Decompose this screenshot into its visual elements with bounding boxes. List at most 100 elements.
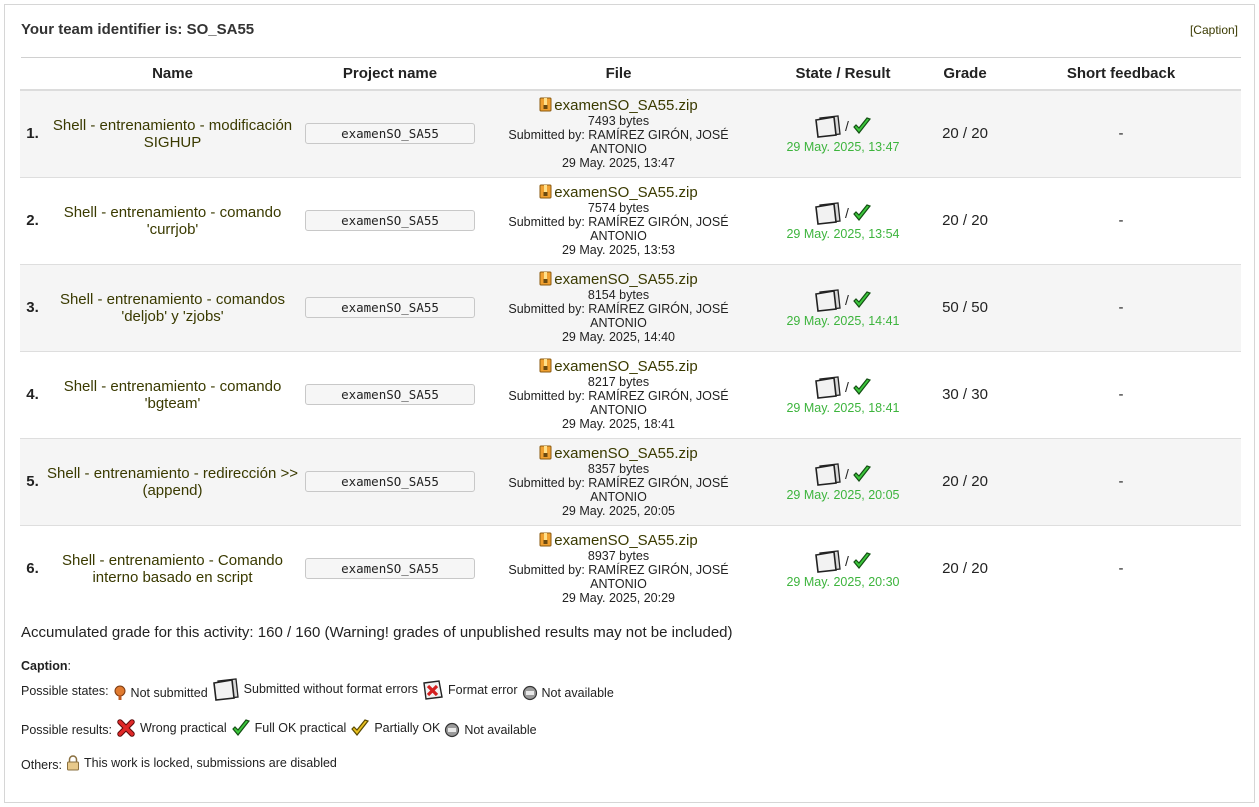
- state-result-line: /: [757, 462, 929, 486]
- file-download-link[interactable]: examenSO_SA55.zip: [480, 358, 757, 375]
- column-header-project: Project name: [300, 58, 480, 91]
- grade: 20 / 20: [929, 438, 1001, 526]
- table-row: 3. Shell - entrenamiento - comandos 'delj…: [20, 264, 1241, 352]
- full-ok-icon[interactable]: [852, 464, 872, 482]
- state-separator: /: [845, 552, 849, 569]
- row-number: 1.: [20, 90, 45, 178]
- state-cell: / 29 May. 2025, 13:47: [757, 90, 929, 178]
- file-size: 7493 bytes: [587, 114, 650, 129]
- project-name-field[interactable]: [305, 123, 475, 145]
- row-number: 3.: [20, 264, 45, 352]
- zip-icon: [539, 184, 554, 201]
- project-name-field[interactable]: [305, 384, 475, 405]
- file-download-link[interactable]: examenSO_SA55.zip: [480, 445, 757, 462]
- short-feedback: -: [1001, 438, 1241, 526]
- table-row: 6. Shell - entrenamiento - Comando intern…: [20, 525, 1241, 612]
- legend-item-label: Not available: [541, 686, 614, 700]
- file-download-link[interactable]: examenSO_SA55.zip: [480, 184, 757, 201]
- project-name-field[interactable]: [305, 471, 475, 492]
- project-name-field[interactable]: [305, 297, 475, 318]
- project-name-field[interactable]: [305, 558, 475, 580]
- submitted-at: 29 May. 2025, 18:41: [561, 417, 676, 431]
- zip-icon: [539, 271, 554, 288]
- legend-item-label: Wrong practical: [140, 721, 227, 735]
- full-ok-icon[interactable]: [852, 552, 872, 569]
- project-name-field[interactable]: [305, 210, 475, 231]
- legend-item: Partially OK: [350, 718, 440, 738]
- zip-icon: [539, 445, 554, 462]
- legend-states: Possible states: Not submitted Submitted …: [21, 677, 618, 704]
- file-download-link[interactable]: examenSO_SA55.zip: [480, 271, 757, 288]
- file-cell: examenSO_SA55.zip 8357 bytes Submitted by:…: [480, 438, 757, 526]
- submitted-ok-icon: [212, 677, 244, 701]
- full-ok-icon[interactable]: [852, 203, 872, 221]
- state-result-line: /: [757, 375, 929, 399]
- table-header-row: Name Project name File State / Result Gr…: [20, 58, 1241, 91]
- caption-title: Caption:: [21, 659, 72, 673]
- legend-item-label: This work is locked, submissions are dis…: [84, 756, 337, 770]
- submitted-ok-icon: [814, 550, 842, 573]
- submitted-ok-icon: [814, 201, 842, 225]
- full-ok-icon[interactable]: [852, 377, 872, 395]
- project-cell: [300, 438, 480, 526]
- lock-icon: [66, 755, 84, 771]
- column-header-state: State / Result: [757, 58, 929, 91]
- project-cell: [300, 90, 480, 178]
- state-separator: /: [845, 291, 849, 308]
- team-identifier: Your team identifier is: SO_SA55: [21, 21, 255, 38]
- file-download-link[interactable]: examenSO_SA55.zip: [480, 532, 757, 549]
- full-ok-icon[interactable]: [852, 117, 872, 134]
- submitted-ok-icon: [814, 462, 842, 486]
- legend-item-label: Submitted without format errors: [243, 682, 419, 696]
- legend-item-label: Full OK practical: [254, 721, 347, 735]
- file-cell: examenSO_SA55.zip 8154 bytes Submitted by:…: [480, 264, 757, 352]
- full-ok-icon[interactable]: [852, 290, 872, 308]
- file-size: 8217 bytes: [587, 375, 650, 389]
- submitted-by: Submitted by: RAMÍREZ GIRÓN, JOSÉ ANTONI…: [508, 215, 729, 243]
- state-separator: /: [845, 378, 849, 395]
- result-date: 29 May. 2025, 14:41: [786, 313, 900, 328]
- caption-link[interactable]: [Caption]: [1190, 23, 1238, 37]
- grade: 30 / 30: [929, 351, 1001, 439]
- legend-item: Format error: [422, 679, 518, 701]
- activity-name: Shell - entrenamiento - comando 'bgteam': [45, 351, 300, 439]
- result-date: 29 May. 2025, 13:47: [786, 139, 900, 154]
- not-available-icon: [522, 685, 542, 701]
- file-size: 8154 bytes: [587, 288, 650, 302]
- project-cell: [300, 525, 480, 612]
- short-feedback: -: [1001, 177, 1241, 265]
- legend-item: Full OK practical: [231, 718, 347, 738]
- legend-item: Not available: [444, 722, 537, 738]
- file-cell: examenSO_SA55.zip 8217 bytes Submitted by:…: [480, 351, 757, 439]
- submitted-at: 29 May. 2025, 20:29: [561, 591, 676, 606]
- result-date: 29 May. 2025, 20:30: [786, 574, 900, 589]
- state-cell: / 29 May. 2025, 20:05: [757, 438, 929, 526]
- state-result-line: /: [757, 114, 929, 138]
- column-header-file: File: [480, 58, 757, 91]
- file-name: examenSO_SA55.zip: [554, 184, 698, 201]
- file-name: examenSO_SA55.zip: [554, 445, 698, 462]
- state-result-line: /: [757, 288, 929, 312]
- activity-name: Shell - entrenamiento - comandos 'deljob…: [45, 264, 300, 352]
- state-result-line: /: [757, 201, 929, 225]
- file-name: examenSO_SA55.zip: [554, 532, 698, 550]
- column-header-feedback: Short feedback: [1001, 58, 1241, 91]
- submitted-ok-icon: [814, 288, 842, 312]
- file-download-link[interactable]: examenSO_SA55.zip: [480, 97, 757, 114]
- legend-item: Not submitted: [113, 685, 208, 701]
- project-cell: [300, 351, 480, 439]
- legend-item: This work is locked, submissions are dis…: [66, 755, 337, 771]
- table-row: 2. Shell - entrenamiento - comando 'currj…: [20, 177, 1241, 265]
- file-size: 7574 bytes: [587, 201, 650, 215]
- submitted-by: Submitted by: RAMÍREZ GIRÓN, JOSÉ ANTONI…: [508, 476, 729, 504]
- file-size: 8937 bytes: [587, 549, 650, 564]
- short-feedback: -: [1001, 351, 1241, 439]
- submitted-at: 29 May. 2025, 14:40: [561, 330, 676, 344]
- submitted-ok-icon: [814, 115, 842, 138]
- activity-name: Shell - entrenamiento - Comando interno …: [62, 551, 283, 586]
- column-header-name: Name: [45, 58, 300, 91]
- file-cell: examenSO_SA55.zip 8937 bytes Submitted by:…: [480, 525, 757, 612]
- result-date: 29 May. 2025, 18:41: [786, 400, 900, 415]
- grade: 50 / 50: [929, 264, 1001, 352]
- row-number: 2.: [20, 177, 45, 265]
